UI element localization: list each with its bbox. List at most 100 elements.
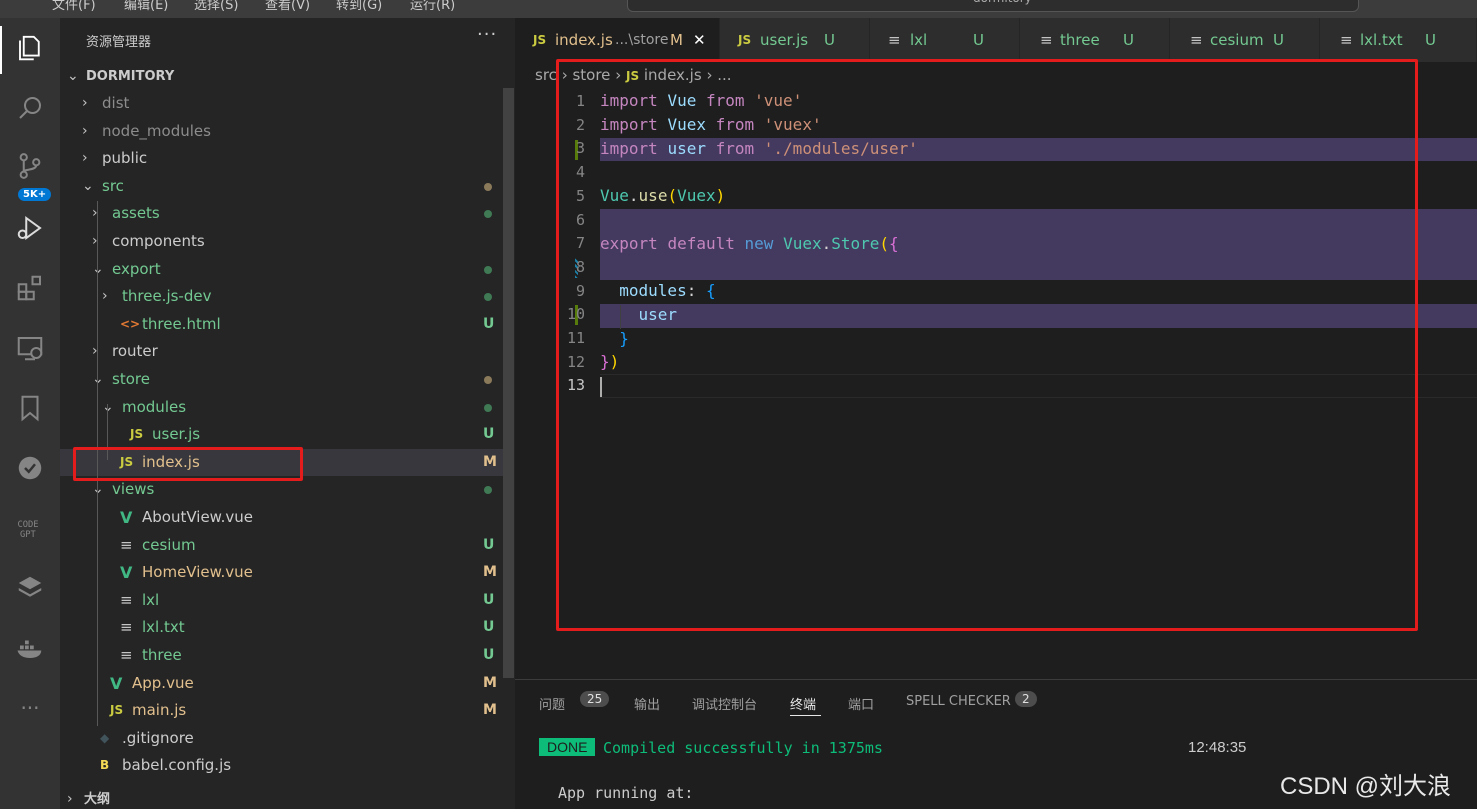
explorer-icon[interactable]	[12, 30, 48, 66]
done-badge: DONE	[539, 738, 596, 756]
run-debug-icon[interactable]	[12, 210, 48, 246]
tree-item-three-html[interactable]: <> three.html U	[60, 311, 503, 338]
tree-item-label: export	[112, 259, 161, 278]
tree-item-node-modules[interactable]: › node_modules	[60, 118, 503, 145]
tree-item-export[interactable]: ⌄ export	[60, 256, 503, 283]
menu-view[interactable]: 查看(V)	[265, 0, 310, 13]
tree-item-label: App.vue	[132, 673, 194, 692]
status-dot	[484, 403, 492, 412]
tree-item-three[interactable]: ≡ three U	[60, 642, 503, 669]
compiled-message: Compiled successfully in 1375ms	[603, 739, 883, 757]
tree-item-aboutview-vue[interactable]: V AboutView.vue	[60, 504, 503, 531]
explorer-root[interactable]: ⌄ DORMITORY	[60, 63, 503, 90]
tab-cesium[interactable]: ≡ cesium U	[1170, 18, 1320, 62]
tab-problems[interactable]: 问题	[539, 694, 565, 713]
text-file-icon: ≡	[120, 590, 133, 609]
tree-item-label: three.html	[142, 314, 221, 333]
tree-item-cesium[interactable]: ≡ cesium U	[60, 532, 503, 559]
tree-item-homeview-vue[interactable]: V HomeView.vue M	[60, 559, 503, 586]
bookmarks-icon[interactable]	[12, 390, 48, 426]
command-center[interactable]: dormitory	[627, 0, 1359, 12]
vue-file-icon: V	[120, 508, 133, 527]
tree-item-label: user.js	[152, 425, 201, 444]
tree-item-lxl[interactable]: ≡ lxl U	[60, 587, 503, 614]
codegpt-icon[interactable]: CODE GPT	[12, 510, 48, 546]
tab-spell-checker[interactable]: SPELL CHECKER	[906, 694, 1011, 709]
tree-item-app-vue[interactable]: V App.vue M	[60, 670, 503, 697]
tab-debug-console[interactable]: 调试控制台	[692, 694, 757, 713]
menu-file[interactable]: 文件(F)	[52, 0, 96, 13]
tab-lxl[interactable]: ≡ lxl U	[870, 18, 1020, 62]
explorer-sidebar: 资源管理器 ··· ⌄ DORMITORY › dist › node_modules…	[60, 18, 515, 809]
explorer-title: 资源管理器	[86, 35, 152, 50]
tree-item-user-js[interactable]: JS user.js U	[60, 421, 503, 448]
build-time: 12:48:35	[1188, 739, 1247, 756]
tree-item-assets[interactable]: › assets	[60, 200, 503, 227]
git-status-badge: U	[483, 619, 495, 636]
svg-text:CODE: CODE	[18, 520, 39, 530]
tree-item-label: public	[102, 149, 148, 168]
tree-item-label: store	[112, 370, 150, 388]
close-icon[interactable]: ✕	[693, 18, 706, 62]
outline-section[interactable]: › 大纲	[60, 786, 503, 809]
chevron-down-icon: ⌄	[102, 394, 114, 421]
chevron-right-icon: ›	[102, 288, 108, 305]
tree-item-store[interactable]: ⌄ store	[60, 366, 503, 393]
tab-terminal[interactable]: 终端	[790, 694, 816, 713]
app-running-text: App running at:	[558, 784, 694, 802]
tree-item-modules[interactable]: ⌄ modules	[60, 394, 503, 421]
breadcrumb-src[interactable]: src	[535, 66, 557, 84]
tree-item-public[interactable]: › public	[60, 145, 503, 172]
menu-edit[interactable]: 编辑(E)	[124, 0, 168, 13]
git-status-badge: M	[483, 702, 497, 719]
menu-run[interactable]: 运行(R)	[410, 0, 455, 13]
search-icon[interactable]	[12, 90, 48, 126]
tree-item-src[interactable]: ⌄ src	[60, 173, 503, 200]
tab-index-js[interactable]: JS index.js ...\store M ✕	[515, 18, 720, 62]
tab-output[interactable]: 输出	[634, 694, 660, 713]
tab-ports[interactable]: 端口	[848, 694, 874, 713]
chevron-right-icon: ›	[82, 122, 88, 139]
more-icon[interactable]: ···	[12, 690, 48, 726]
menu-select[interactable]: 选择(S)	[194, 0, 238, 13]
highlight-box-code	[556, 59, 1418, 631]
svg-text:GPT: GPT	[20, 530, 37, 540]
extensions-icon[interactable]	[12, 270, 48, 306]
vue-file-icon: V	[110, 673, 123, 693]
tree-item--gitignore[interactable]: ◆ .gitignore	[60, 725, 503, 752]
status-dot	[484, 376, 492, 384]
tree-item-main-js[interactable]: JS main.js M	[60, 697, 503, 724]
tree-item-dist[interactable]: › dist	[60, 90, 503, 117]
editor-tabs: JS index.js ...\store M ✕ JS user.js U ≡…	[515, 18, 1477, 62]
layers-icon[interactable]	[12, 570, 48, 606]
tree-item-label: cesium	[142, 535, 196, 554]
source-control-icon[interactable]	[12, 148, 48, 184]
tree-item-lxl-txt[interactable]: ≡ lxl.txt U	[60, 614, 503, 641]
sidebar-scrollbar[interactable]	[503, 88, 514, 678]
tab-three[interactable]: ≡ three U	[1020, 18, 1170, 62]
git-status-badge: M	[483, 564, 497, 581]
chevron-right-icon: ›	[82, 150, 88, 167]
git-status-badge: U	[483, 591, 495, 608]
remote-explorer-icon[interactable]	[12, 330, 48, 366]
tree-item-label: components	[112, 232, 205, 250]
tree-item-label: three.js-dev	[122, 287, 212, 306]
tree-item-router[interactable]: › router	[60, 338, 503, 365]
status-dot	[484, 210, 492, 219]
tab-user-js[interactable]: JS user.js U	[720, 18, 870, 62]
docker-icon[interactable]	[12, 630, 48, 666]
source-control-badge: 5K+	[18, 188, 52, 201]
tab-lxl-txt[interactable]: ≡ lxl.txt U	[1320, 18, 1477, 62]
tree-item-babel-config-js[interactable]: Bbabel.config.js	[60, 752, 503, 779]
tree-item-label: HomeView.vue	[142, 563, 253, 582]
tree-item-three-js-dev[interactable]: › three.js-dev	[60, 283, 503, 310]
explorer-more-icon[interactable]: ···	[477, 24, 497, 45]
testing-icon[interactable]	[12, 450, 48, 486]
text-file-icon: ≡	[120, 535, 133, 554]
tree-item-components[interactable]: › components	[60, 228, 503, 255]
git-status-badge: U	[483, 647, 495, 663]
problems-count-badge: 25	[580, 691, 610, 707]
menu-go[interactable]: 转到(G)	[336, 0, 382, 13]
tree-item-label: lxl	[142, 590, 160, 609]
chevron-down-icon: ⌄	[92, 256, 104, 283]
